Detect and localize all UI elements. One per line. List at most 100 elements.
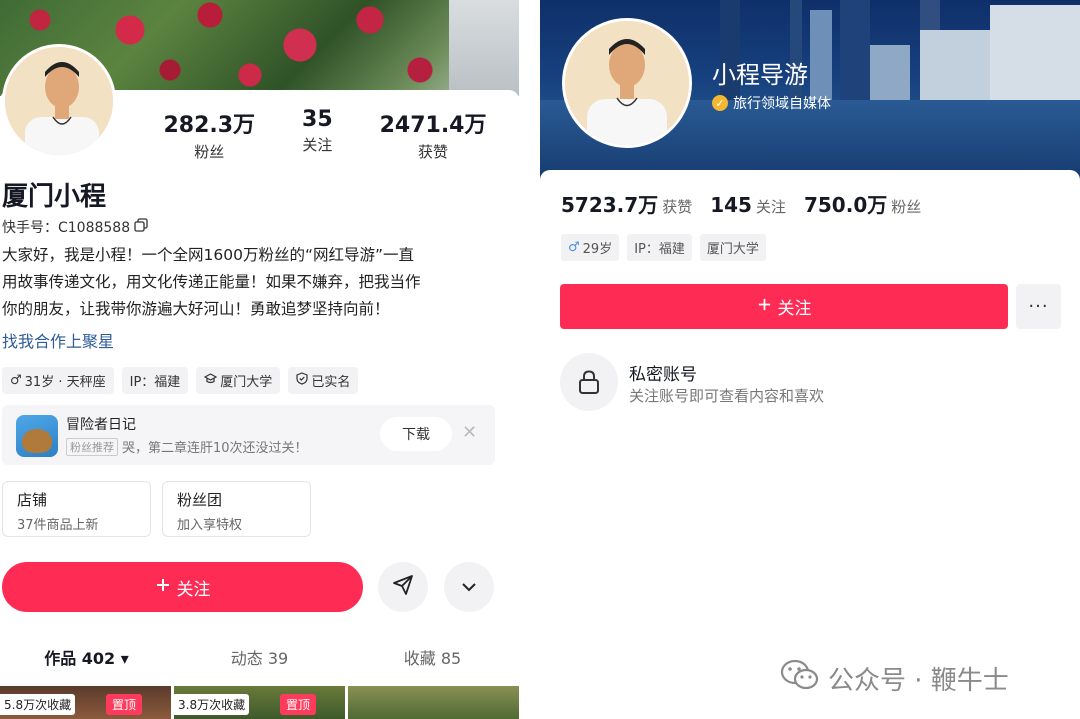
stat-value: 145 bbox=[710, 193, 752, 217]
verification-label: 旅行领域自媒体 bbox=[733, 96, 831, 112]
tag-age: ♂ 29岁 bbox=[561, 234, 620, 261]
wechat-icon bbox=[780, 658, 820, 699]
stat-value: 5723.7万 bbox=[561, 193, 659, 217]
video-thumb[interactable]: 3.8万次收藏 置顶 bbox=[174, 686, 345, 719]
game-title: 冒险者日记 bbox=[66, 417, 136, 433]
stat-label: 粉丝 bbox=[891, 198, 922, 216]
feature-boxes: 店铺 37件商品上新 粉丝团 加入享特权 bbox=[2, 481, 311, 537]
right-profile-panel: 小程导游 ✓ 旅行领域自媒体 5723.7万 获赞 145 关注 750.0万 粉丝 … bbox=[540, 0, 1080, 719]
stat-value: 35 bbox=[302, 107, 333, 132]
tag-label: 厦门大学 bbox=[220, 375, 273, 390]
tab-favorites[interactable]: 收藏 85 bbox=[346, 645, 519, 669]
male-icon: ♂ bbox=[568, 240, 580, 255]
stat-label: 粉丝 bbox=[194, 143, 225, 161]
profile-name: 厦门小程 bbox=[2, 182, 107, 212]
verified-badge-icon: ✓ bbox=[712, 95, 728, 111]
building bbox=[810, 10, 832, 100]
follow-label: 关注 bbox=[777, 299, 812, 319]
game-text: 哭，第二章连肝10次还没过关！ bbox=[122, 441, 308, 456]
chevron-down-icon bbox=[460, 578, 478, 597]
follow-label: 关注 bbox=[176, 579, 211, 600]
stat-value: 2471.4万 bbox=[379, 113, 487, 138]
shop-box[interactable]: 店铺 37件商品上新 bbox=[2, 481, 151, 537]
fav-count: 3.8万次收藏 bbox=[174, 694, 250, 715]
stat-following[interactable]: 145 关注 bbox=[710, 193, 786, 217]
stat-value: 282.3万 bbox=[163, 113, 256, 138]
fan-recommend-badge: 粉丝推荐 bbox=[66, 437, 118, 456]
send-icon bbox=[392, 574, 414, 600]
stat-value: 750.0万 bbox=[803, 193, 888, 217]
shield-icon bbox=[296, 372, 308, 389]
tag-school[interactable]: 厦门大学 bbox=[699, 234, 766, 261]
follow-button[interactable]: 关注 bbox=[560, 284, 1008, 329]
fav-count: 5.8万次收藏 bbox=[0, 694, 76, 715]
video-thumb[interactable] bbox=[348, 686, 519, 719]
cap-icon bbox=[204, 373, 218, 388]
building bbox=[920, 30, 990, 100]
left-profile-panel: 282.3万 粉丝 35 关注 2471.4万 获赞 厦门小程 快手号：C108… bbox=[0, 0, 519, 719]
content-tabs: 作品 402 ▾ 动态 39 收藏 85 bbox=[0, 645, 519, 669]
tag-row: ♂ 29岁 IP：福建 厦门大学 bbox=[561, 234, 766, 261]
tag-row: ♂ 31岁 · 天秤座 IP：福建 厦门大学 已实名 bbox=[2, 367, 359, 394]
box-subtitle: 加入享特权 bbox=[177, 518, 243, 533]
stat-label: 关注 bbox=[755, 198, 786, 216]
avatar[interactable] bbox=[562, 18, 692, 148]
follow-button[interactable]: 关注 bbox=[2, 562, 363, 612]
stat-likes[interactable]: 2471.4万 获赞 bbox=[380, 107, 487, 162]
tag-school[interactable]: 厦门大学 bbox=[196, 367, 281, 394]
male-icon: ♂ bbox=[10, 373, 22, 388]
game-subtitle: 粉丝推荐 哭，第二章连肝10次还没过关！ bbox=[66, 437, 308, 456]
more-button[interactable]: ··· bbox=[1016, 284, 1061, 329]
tag-ip: IP：福建 bbox=[627, 234, 692, 261]
stats-row: 5723.7万 获赞 145 关注 750.0万 粉丝 bbox=[561, 189, 921, 218]
tag-verified: 已实名 bbox=[288, 367, 359, 394]
account-id: 快手号：C1088588 bbox=[2, 220, 131, 236]
tag-label: 31岁 · 天秤座 bbox=[24, 375, 106, 390]
watermark-text: 公众号 · 鞭牛士 bbox=[828, 666, 1009, 696]
bio-line: 用故事传递文化，用文化传递正能量！如果不嫌弃，把我当作 bbox=[2, 273, 421, 291]
building bbox=[990, 5, 1080, 100]
fan-club-box[interactable]: 粉丝团 加入享特权 bbox=[162, 481, 311, 537]
pinned-badge: 置顶 bbox=[106, 694, 143, 715]
tag-label: 已实名 bbox=[311, 375, 351, 390]
pinned-badge: 置顶 bbox=[280, 694, 317, 715]
stat-label: 获赞 bbox=[662, 198, 693, 216]
stat-following[interactable]: 35 关注 bbox=[302, 107, 333, 162]
share-button[interactable] bbox=[378, 562, 428, 612]
stat-fans[interactable]: 282.3万 粉丝 bbox=[163, 107, 255, 162]
stat-likes[interactable]: 5723.7万 获赞 bbox=[561, 189, 692, 218]
private-account-title: 私密账号 bbox=[629, 365, 697, 385]
profile-name: 小程导游 bbox=[712, 61, 808, 89]
copy-icon[interactable] bbox=[134, 218, 148, 236]
stat-label: 获赞 bbox=[418, 143, 449, 161]
close-icon[interactable]: ✕ bbox=[462, 423, 477, 443]
tab-works[interactable]: 作品 402 ▾ bbox=[0, 645, 173, 669]
tag-label: IP：福建 bbox=[634, 242, 685, 257]
game-ad-card[interactable]: 冒险者日记 粉丝推荐 哭，第二章连肝10次还没过关！ 下载 ✕ bbox=[2, 405, 495, 465]
plus-icon bbox=[757, 297, 772, 317]
box-title: 粉丝团 bbox=[177, 491, 223, 509]
box-subtitle: 37件商品上新 bbox=[17, 518, 99, 533]
tag-label: IP：福建 bbox=[129, 375, 181, 390]
tag-label: 厦门大学 bbox=[706, 242, 759, 257]
video-thumb[interactable]: 5.8万次收藏 置顶 bbox=[0, 686, 171, 719]
plus-icon bbox=[155, 577, 171, 598]
building bbox=[870, 45, 910, 100]
bio-line: 你的朋友，让我带你游遍大好河山！勇敢追梦坚持向前！ bbox=[2, 300, 390, 318]
expand-button[interactable] bbox=[444, 562, 494, 612]
bio: 大家好，我是小程！一个全网1600万粉丝的“网红导游”一直 用故事传递文化，用文… bbox=[2, 242, 502, 323]
tag-ip: IP：福建 bbox=[121, 367, 189, 394]
download-button[interactable]: 下载 bbox=[380, 417, 452, 451]
stat-label: 关注 bbox=[302, 136, 333, 154]
stats-row: 282.3万 粉丝 35 关注 2471.4万 获赞 bbox=[140, 107, 510, 162]
bio-line: 大家好，我是小程！一个全网1600万粉丝的“网红导游”一直 bbox=[2, 246, 415, 264]
tab-moments[interactable]: 动态 39 bbox=[173, 645, 346, 669]
tag-label: 29岁 bbox=[582, 242, 613, 257]
verification: ✓ 旅行领域自媒体 bbox=[712, 93, 831, 113]
account-id-row: 快手号：C1088588 bbox=[2, 217, 148, 237]
stat-fans[interactable]: 750.0万 粉丝 bbox=[804, 189, 921, 218]
cooperation-link[interactable]: 找我合作上聚星 bbox=[2, 328, 114, 352]
banner-building bbox=[449, 0, 519, 96]
avatar[interactable] bbox=[2, 44, 116, 158]
watermark: 公众号 · 鞭牛士 bbox=[780, 658, 1009, 699]
